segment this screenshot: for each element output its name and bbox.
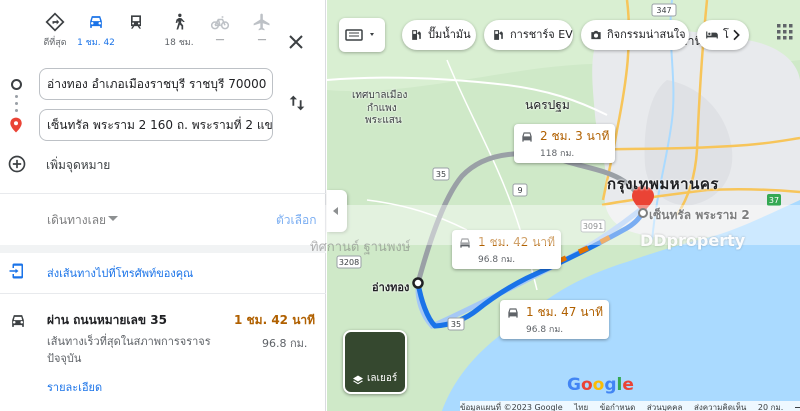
scale-label: 20 กม. — [757, 403, 784, 411]
route-distance: 96.8 กม. — [262, 337, 308, 350]
chip-ev-label: การชาร์จ EV — [510, 28, 573, 41]
origin-marker-icon — [412, 277, 424, 289]
destination-pin-icon — [9, 117, 23, 137]
apps-icon[interactable] — [777, 24, 793, 40]
layers-icon — [353, 375, 363, 385]
scale-bar — [794, 407, 800, 408]
divider — [0, 245, 326, 253]
route-bubble[interactable]: 1 ชม. 47 นาที 96.8 กม. — [500, 300, 610, 339]
bubble-distance: 96.8 กม. — [526, 325, 564, 335]
chip-activities[interactable]: กิจกรรมน่าสนใจ — [581, 20, 689, 50]
route-description: เส้นทางเร็วที่สุดในสภาพการจราจรปัจจุบัน — [47, 335, 211, 365]
car-icon — [90, 16, 102, 28]
chip-hotels[interactable]: โ — [697, 20, 749, 50]
input-tools-button[interactable] — [339, 18, 385, 52]
place-label: นครปฐม — [525, 98, 570, 112]
bubble-distance: 96.8 กม. — [478, 255, 516, 265]
transit-icon — [131, 15, 141, 29]
layers-label: เลเยอร์ — [367, 373, 398, 384]
mode-walk-label: 18 ชม. — [164, 38, 194, 48]
road-number: 9 — [517, 186, 522, 195]
directions-icon — [45, 12, 65, 32]
camera-icon — [591, 30, 601, 40]
mode-best-button[interactable]: ดีที่สุด — [33, 8, 77, 58]
send-phone-icon[interactable] — [8, 262, 26, 280]
road-shield: 35 — [447, 317, 465, 331]
add-destination-label: เพิ่มจุดหมาย — [46, 158, 111, 172]
ev-icon — [494, 30, 503, 40]
route-bubble[interactable]: 2 ชม. 3 นาที 118 กม. — [514, 124, 616, 163]
mode-flight-label: — — [257, 35, 267, 45]
mode-flight-button[interactable]: — — [240, 8, 284, 58]
chip-ev-charging[interactable]: การชาร์จ EV — [484, 20, 573, 50]
close-button[interactable] — [284, 30, 308, 54]
flight-icon — [253, 13, 270, 31]
close-icon — [289, 35, 303, 49]
mode-best-label: ดีที่สุด — [43, 38, 67, 48]
walk-icon — [175, 13, 185, 30]
feedback-link[interactable]: ส่งความคิดเห็น — [694, 403, 746, 411]
road-shield: 347 — [651, 3, 677, 17]
road-shield: 3208 — [336, 255, 362, 269]
divider — [0, 293, 326, 294]
watermark-logo: DDproperty — [640, 231, 746, 250]
road-shield: 35 — [432, 167, 450, 181]
mode-car-button[interactable]: 1 ชม. 42 — [74, 8, 118, 58]
route-title[interactable]: ผ่าน ถนนหมายเลข 35 — [47, 311, 167, 330]
mode-car-label: 1 ชม. 42 — [77, 38, 115, 48]
chevron-right-icon[interactable] — [728, 27, 744, 43]
attribution-bar: ข้อมูลแผนที่ ©2023 Google ไทย ข้อกำหนด ส… — [460, 401, 800, 411]
swap-button[interactable] — [286, 92, 308, 114]
terms-link[interactable]: ข้อกำหนด — [600, 403, 636, 411]
mode-bike-label: — — [215, 35, 225, 45]
divider — [0, 193, 326, 194]
mode-bike-button[interactable]: — — [198, 8, 242, 58]
road-number: 347 — [656, 6, 671, 15]
road-number: 37 — [769, 196, 779, 205]
route-details-link[interactable]: รายละเอียด — [47, 378, 102, 396]
bubble-distance: 118 กม. — [540, 149, 575, 159]
bubble-time: 2 ชม. 3 นาที — [540, 129, 610, 143]
send-to-phone-link[interactable]: ส่งเส้นทางไปที่โทรศัพท์ของคุณ — [47, 264, 193, 282]
country-link[interactable]: ไทย — [574, 403, 588, 411]
mode-transit-button[interactable] — [114, 8, 158, 58]
chip-fuel-label: ปั๊มน้ำมัน — [428, 28, 471, 41]
google-logo: Google — [567, 375, 634, 395]
place-label: กรุงเทพมหานคร — [607, 175, 719, 193]
origin-input[interactable]: อ่างทอง อำเภอเมืองราชบุรี ราชบุรี 70000 — [39, 68, 273, 100]
road-number: 35 — [436, 170, 446, 179]
watermark-name: ทิศกานต์ ฐานพงษ์ — [310, 240, 411, 255]
origin-marker-icon — [11, 79, 22, 90]
fuel-icon — [412, 30, 421, 40]
mode-walk-button[interactable]: 18 ชม. — [157, 8, 201, 58]
swap-icon — [289, 95, 305, 111]
road-shield: 9 — [512, 183, 528, 197]
bike-icon — [210, 16, 230, 30]
map-data-credit: ข้อมูลแผนที่ ©2023 Google — [460, 403, 563, 411]
car-icon — [522, 132, 532, 142]
origin-label: อ่างทอง — [372, 281, 410, 294]
place-label: พระแสน — [365, 115, 402, 126]
keyboard-icon — [345, 29, 374, 41]
road-number: 35 — [451, 320, 461, 329]
add-icon — [8, 155, 26, 173]
chip-fuel[interactable]: ปั๊มน้ำมัน — [402, 20, 476, 50]
chip-activities-label: กิจกรรมน่าสนใจ — [607, 28, 686, 41]
route-dots-icon — [15, 95, 18, 113]
travel-mode-bar: ดีที่สุด 1 ชม. 42 18 ชม. — — — [0, 8, 326, 60]
privacy-link[interactable]: ส่วนบุคคล — [647, 403, 683, 411]
destination-input[interactable]: เซ็นทรัล พระราม 2 160 ถ. พระรามที่ 2 แขว… — [39, 109, 273, 141]
bubble-time: 1 ชม. 47 นาที — [526, 305, 604, 319]
hotel-icon — [706, 31, 718, 39]
road-number: 3208 — [339, 258, 359, 267]
add-destination-button[interactable]: เพิ่มจุดหมาย — [7, 151, 307, 177]
route-time: 1 ชม. 42 นาที — [234, 313, 316, 327]
layers-button[interactable]: เลเยอร์ — [343, 330, 407, 394]
car-icon — [12, 315, 24, 327]
car-icon — [508, 308, 518, 318]
